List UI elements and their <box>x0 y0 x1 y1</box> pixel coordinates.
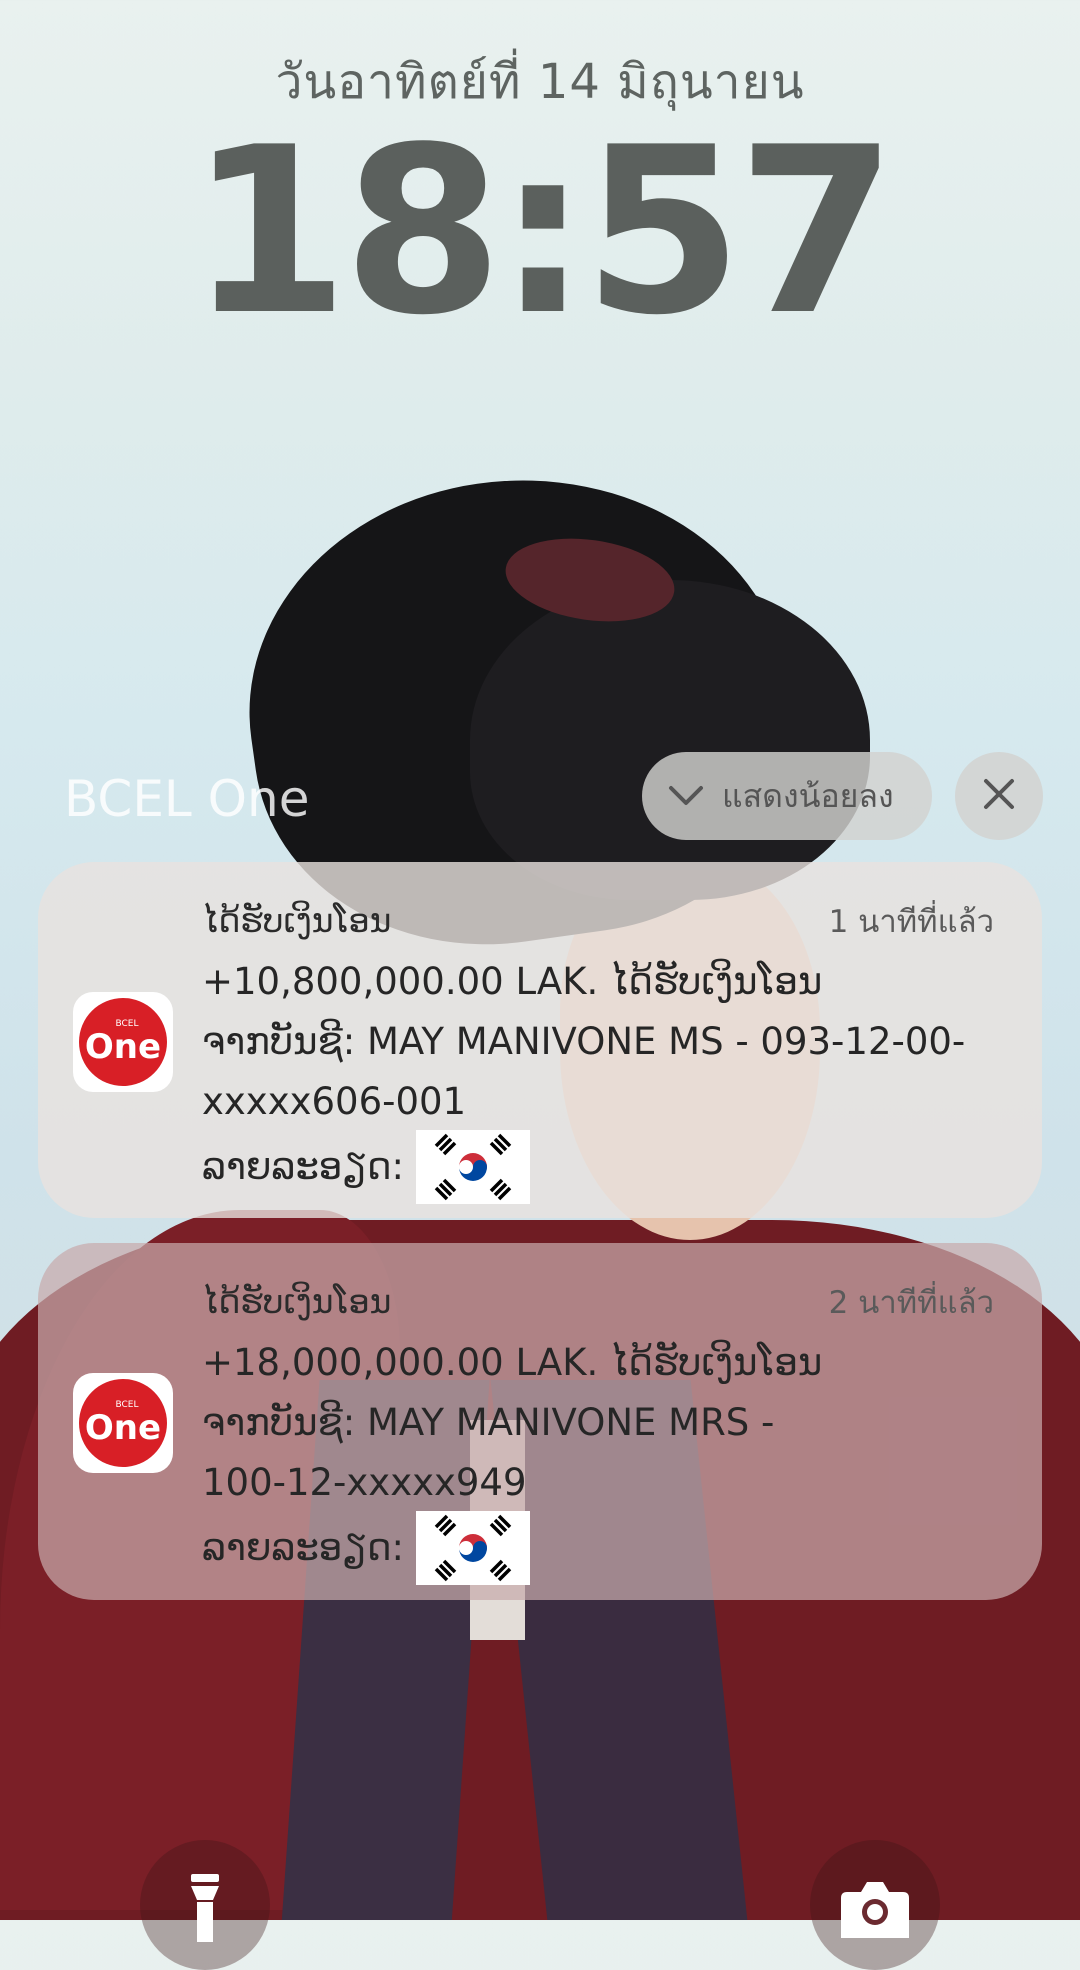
notification-amount-line: +10,800,000.00 LAK. ໄດ້ຮັບເງິນໂອນ <box>202 960 823 1003</box>
close-icon <box>983 778 1015 814</box>
camera-icon <box>839 1840 911 1942</box>
notification-detail-label: ລາຍລະອຽດ: <box>202 1145 405 1188</box>
lockscreen-clock: 18:57 <box>188 99 897 366</box>
korea-flag-icon <box>416 1511 531 1585</box>
chevron-down-icon <box>668 777 704 815</box>
notification-account-number: xxxxx606-001 <box>202 1080 467 1123</box>
notification-time: 2 นาทีที่แล้ว <box>828 1285 994 1321</box>
bcel-one-logo-icon: BCEL One <box>73 1373 173 1473</box>
show-less-button[interactable]: แสดงน้อยลง <box>642 752 932 840</box>
notification-account-line: ຈາກບັນຊີ: MAY MANIVONE MRS - <box>202 1401 775 1444</box>
notification-account-number: 100-12-xxxxx949 <box>202 1461 527 1504</box>
notification-group-title: BCEL One <box>64 770 310 828</box>
flashlight-icon <box>185 1840 225 1948</box>
notification-title: ໄດ້ຮັບເງິນໂອນ <box>202 901 392 940</box>
korea-flag-icon <box>416 1130 531 1204</box>
camera-button[interactable] <box>810 1840 940 1970</box>
bcel-one-logo-icon: BCEL One <box>73 992 173 1092</box>
notification-amount-line: +18,000,000.00 LAK. ໄດ້ຮັບເງິນໂອນ <box>202 1341 823 1384</box>
notification-account-line: ຈາກບັນຊີ: MAY MANIVONE MS - 093-12-00- <box>202 1020 966 1063</box>
notification-title: ໄດ້ຮັບເງິນໂອນ <box>202 1282 392 1321</box>
notification-time: 1 นาทีที่แล้ว <box>828 904 994 940</box>
show-less-label: แสดงน้อยลง <box>722 776 894 815</box>
dismiss-group-button[interactable] <box>955 752 1043 840</box>
flashlight-button[interactable] <box>140 1840 270 1970</box>
svg-text:One: One <box>85 1408 161 1448</box>
svg-text:One: One <box>85 1027 161 1067</box>
wallpaper-hair-bun <box>470 580 870 900</box>
notification-card[interactable]: BCEL One ໄດ້ຮັບເງິນໂອນ 2 นาทีที่แล้ว +18… <box>38 1243 1042 1600</box>
notification-detail-label: ລາຍລະອຽດ: <box>202 1526 405 1569</box>
notification-card[interactable]: BCEL One ໄດ້ຮັບເງິນໂອນ 1 นาทีที่แล้ว +10… <box>38 862 1042 1218</box>
